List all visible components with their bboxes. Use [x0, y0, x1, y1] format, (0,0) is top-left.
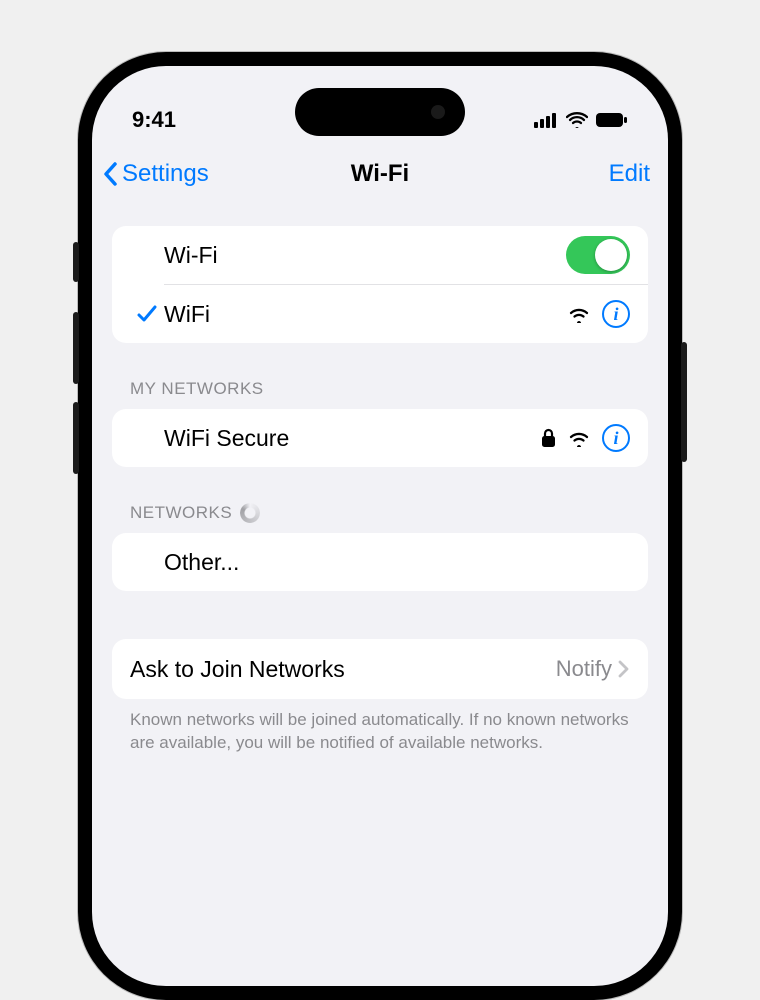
network-name: WiFi Secure — [164, 425, 541, 452]
page-title: Wi-Fi — [351, 160, 409, 188]
ask-to-join-value: Notify — [556, 656, 612, 682]
edit-button[interactable]: Edit — [609, 160, 650, 188]
my-networks-card: WiFi Secure i — [112, 409, 648, 467]
back-label: Settings — [122, 160, 209, 188]
battery-icon — [596, 112, 628, 128]
wifi-signal-icon — [568, 305, 590, 323]
networks-header-label: NETWORKS — [130, 503, 232, 523]
cellular-icon — [534, 112, 558, 128]
chevron-left-icon — [102, 161, 120, 187]
wifi-toggle[interactable] — [566, 236, 630, 274]
wifi-toggle-row: Wi-Fi — [112, 226, 648, 284]
wifi-toggle-label: Wi-Fi — [164, 242, 566, 269]
lock-icon — [541, 428, 556, 448]
status-time: 9:41 — [132, 107, 176, 133]
volume-up-button — [73, 312, 79, 384]
info-icon[interactable]: i — [602, 424, 630, 452]
phone-frame: 9:41 — [78, 52, 682, 1000]
wifi-status-icon — [566, 112, 588, 128]
other-label: Other... — [164, 549, 630, 576]
wifi-signal-icon — [568, 429, 590, 447]
volume-down-button — [73, 402, 79, 474]
checkmark-icon — [130, 304, 164, 324]
ask-to-join-label: Ask to Join Networks — [130, 656, 556, 683]
connected-network-name: WiFi — [164, 301, 568, 328]
status-indicators — [534, 112, 628, 128]
network-row[interactable]: WiFi Secure i — [112, 409, 648, 467]
dynamic-island — [295, 88, 465, 136]
connected-network-row[interactable]: WiFi i — [112, 285, 648, 343]
wifi-card: Wi-Fi WiFi — [112, 226, 648, 343]
my-networks-header: MY NETWORKS — [112, 343, 648, 409]
info-icon[interactable]: i — [602, 300, 630, 328]
ask-to-join-footer: Known networks will be joined automatica… — [112, 699, 648, 755]
screen: 9:41 — [92, 66, 668, 986]
power-button — [681, 342, 687, 462]
back-button[interactable]: Settings — [102, 160, 209, 188]
ask-to-join-card: Ask to Join Networks Notify — [112, 639, 648, 699]
chevron-right-icon — [618, 660, 630, 678]
content: Wi-Fi WiFi — [92, 202, 668, 755]
other-network-row[interactable]: Other... — [112, 533, 648, 591]
volume-mute-switch — [73, 242, 79, 282]
networks-header: NETWORKS — [112, 467, 648, 533]
nav-bar: Settings Wi-Fi Edit — [92, 146, 668, 202]
other-networks-card: Other... — [112, 533, 648, 591]
spinner-icon — [240, 503, 260, 523]
toggle-knob — [595, 239, 627, 271]
ask-to-join-row[interactable]: Ask to Join Networks Notify — [112, 639, 648, 699]
